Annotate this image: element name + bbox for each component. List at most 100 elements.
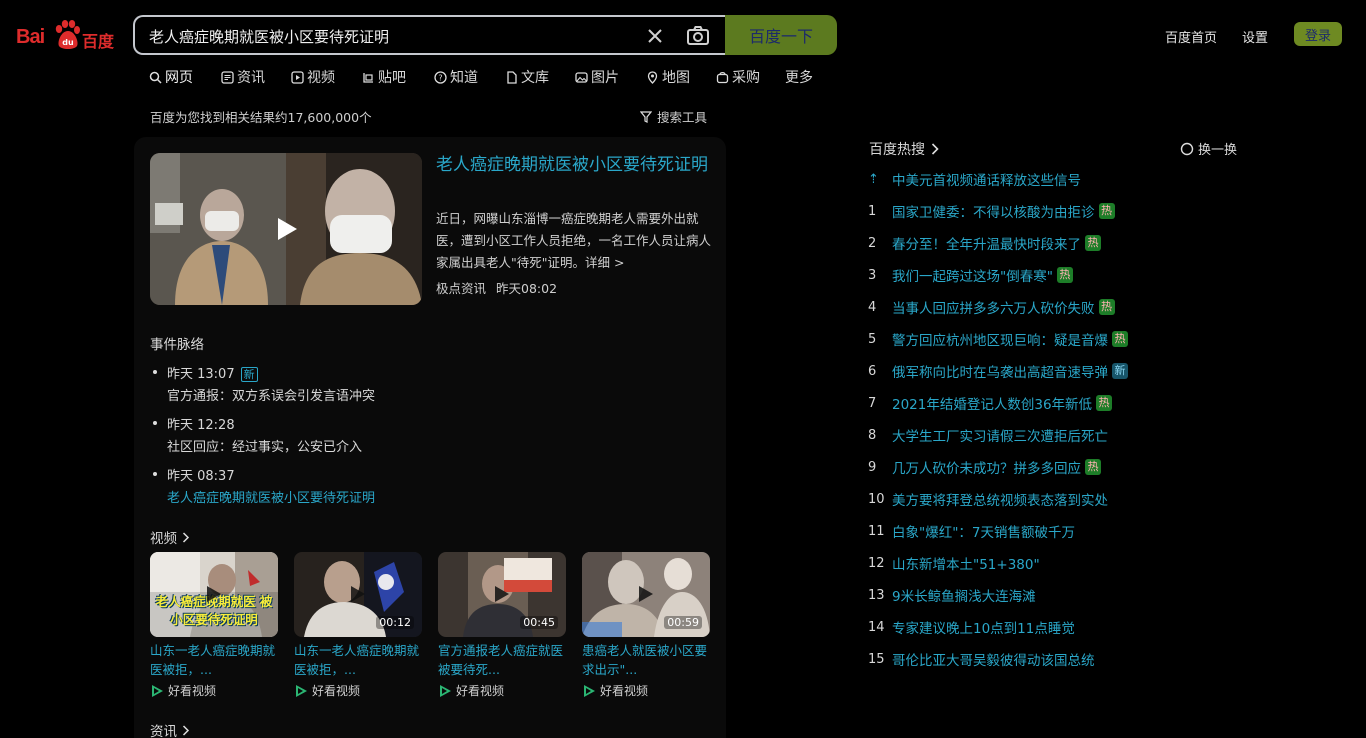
haokan-icon [152,684,163,697]
paw-icon: du [55,20,80,49]
video-title-link[interactable]: 山东一老人癌症晚期就医被拒，... [150,641,278,679]
refresh-button[interactable]: 换一换 [1180,139,1237,158]
timeline-text: 社区回应：经过事实，公安已介入 [167,440,363,455]
hot-search-text[interactable]: 国家卫健委：不得以核酸为由拒诊 [892,201,1095,221]
timeline-time: 昨天 12:28 [167,418,235,433]
timeline-dot [153,472,157,476]
video-card[interactable]: 00:59 患癌老人就医被小区要求出示"... 好看视频 [582,552,710,699]
video-thumbnail[interactable]: 老人癌症晚期就医 被小区要待死证明 [150,552,278,637]
timeline-dot [153,421,157,425]
hot-search-item[interactable]: ⇡ 中美元首视频通话释放这些信号 [868,169,1081,190]
hot-search-item[interactable]: 1 国家卫健委：不得以核酸为由拒诊热 [868,201,1115,221]
news-section-title[interactable]: 资讯 [150,720,190,738]
hot-search-item[interactable]: 15 哥伦比亚大哥吴毅彼得动该国总统 [868,649,1095,670]
hot-search-text[interactable]: 美方要将拜登总统视频表态落到实处 [892,489,1108,509]
hot-search-text[interactable]: 警方回应杭州地区现巨响：疑是音爆 [892,329,1108,349]
chevron-right-icon [182,724,190,736]
play-icon[interactable] [276,217,298,241]
camera-icon[interactable] [686,25,710,47]
video-thumbnail[interactable]: 00:59 [582,552,710,637]
hot-search-item[interactable]: 11 白象"爆红"：7天销售额破千万 [868,521,1075,542]
timeline-link[interactable]: 老人癌症晚期就医被小区要待死证明 [167,487,375,506]
hot-search-item[interactable]: 12 山东新增本土"51+380" [868,553,1040,574]
news-section-label: 资讯 [150,724,177,738]
news-meta: 极点资讯 昨天08:02 [436,278,557,297]
hot-search-text[interactable]: 山东新增本土"51+380" [892,553,1040,573]
hot-search-item[interactable]: 2 春分至！全年升温最快时段来了热 [868,233,1101,253]
baidu-logo[interactable]: Bai du 百度 [16,18,118,52]
hot-search-item[interactable]: 5 警方回应杭州地区现巨响：疑是音爆热 [868,329,1128,349]
video-thumbnail[interactable]: 00:45 [438,552,566,637]
search-box [133,15,727,55]
play-icon[interactable] [638,585,654,603]
video-card[interactable]: 00:12 山东一老人癌症晚期就医被拒，... 好看视频 [294,552,422,699]
hot-search-text[interactable]: 春分至！全年升温最快时段来了 [892,233,1081,253]
new-badge: 新 [240,367,258,382]
video-source: 好看视频 [582,682,710,699]
hot-rank: 14 [868,619,885,635]
hot-rank: 8 [868,427,877,443]
tab-label: 地图 [662,70,690,86]
hot-search-text[interactable]: 几万人砍价未成功？拼多多回应 [892,457,1081,477]
tab-web[interactable]: 网页 [149,66,221,88]
settings-link[interactable]: 设置 [1242,27,1268,46]
hot-search-text[interactable]: 俄军称向比时在乌袭出高超音速导弹 [892,361,1108,381]
hot-search-text[interactable]: 我们一起跨过这场"倒春寒" [892,265,1053,285]
news-more-link[interactable]: 详细 > [585,255,624,270]
tab-label: 图片 [591,70,619,86]
hot-search-text[interactable]: 大学生工厂实习请假三次遭拒后死亡 [892,425,1108,445]
search-tools-button[interactable]: 搜索工具 [640,107,707,126]
search-input[interactable] [149,25,629,47]
video-card[interactable]: 老人癌症晚期就医 被小区要待死证明 山东一老人癌症晚期就医被拒，... 好看视频 [150,552,278,699]
hot-search-item[interactable]: 4 当事人回应拼多多六万人砍价失败热 [868,297,1115,317]
hot-rank: 13 [868,587,885,603]
tab-news[interactable]: 资讯 [221,66,291,88]
hot-rank: 12 [868,555,885,571]
tab-more[interactable]: 更多 [785,66,813,88]
tab-image[interactable]: 图片 [575,66,646,88]
tab-video[interactable]: 视频 [291,66,362,88]
hot-rank: 11 [868,523,885,539]
video-title-link[interactable]: 官方通报老人癌症就医被要待死... [438,641,566,679]
hot-search-title[interactable]: 百度热搜 [869,139,939,159]
hot-search-item[interactable]: 9 几万人砍价未成功？拼多多回应热 [868,457,1101,477]
play-icon[interactable] [206,585,222,603]
tab-zhidao[interactable]: ? 知道 [434,66,505,88]
videos-section-title[interactable]: 视频 [150,527,190,547]
video-title-link[interactable]: 山东一老人癌症晚期就医被拒，... [294,641,422,679]
hot-search-item[interactable]: 3 我们一起跨过这场"倒春寒" 热 [868,265,1073,285]
close-icon[interactable] [645,26,665,46]
tab-purchase[interactable]: 采购 [716,66,785,88]
play-icon[interactable] [350,585,366,603]
hot-search-text[interactable]: 中美元首视频通话释放这些信号 [892,169,1081,189]
video-card[interactable]: 00:45 官方通报老人癌症就医被要待死... 好看视频 [438,552,566,699]
hot-search-item[interactable]: 6 俄军称向比时在乌袭出高超音速导弹新 [868,361,1128,381]
home-link[interactable]: 百度首页 [1165,27,1217,46]
chevron-right-icon [931,143,939,155]
question-icon: ? [434,70,447,84]
tab-tieba[interactable]: 贴吧 [362,66,434,88]
login-button[interactable]: 登录 [1294,22,1342,46]
hot-search-item[interactable]: 13 9米长鲸鱼搁浅大连海滩 [868,585,1036,606]
tab-map[interactable]: 地图 [646,66,716,88]
hot-badge: 热 [1085,235,1101,251]
hot-search-text[interactable]: 白象"爆红"：7天销售额破千万 [892,521,1075,541]
hot-search-text[interactable]: 哥伦比亚大哥吴毅彼得动该国总统 [892,649,1095,669]
hot-search-text[interactable]: 专家建议晚上10点到11点睡觉 [892,617,1075,637]
hot-search-text[interactable]: 当事人回应拼多多六万人砍价失败 [892,297,1095,317]
hot-search-item[interactable]: 10 美方要将拜登总统视频表态落到实处 [868,489,1108,510]
play-icon[interactable] [494,585,510,603]
hot-search-item[interactable]: 8 大学生工厂实习请假三次遭拒后死亡 [868,425,1108,446]
hot-search-text[interactable]: 2021年结婚登记人数创36年新低 [892,393,1092,413]
hot-search-item[interactable]: 14 专家建议晚上10点到11点睡觉 [868,617,1075,638]
video-duration: 00:12 [376,616,414,629]
hot-rank: 1 [868,203,877,219]
video-title-link[interactable]: 患癌老人就医被小区要求出示"... [582,641,710,679]
hot-search-text[interactable]: 9米长鲸鱼搁浅大连海滩 [892,585,1036,605]
result-count: 百度为您找到相关结果约17,600,000个 [150,110,372,125]
video-thumbnail[interactable]: 00:12 [294,552,422,637]
hot-search-item[interactable]: 7 2021年结婚登记人数创36年新低热 [868,393,1113,413]
search-button[interactable]: 百度一下 [725,15,837,55]
tab-wenku[interactable]: 文库 [505,66,575,88]
news-title-link[interactable]: 老人癌症晚期就医被小区要待死证明 [436,152,712,178]
